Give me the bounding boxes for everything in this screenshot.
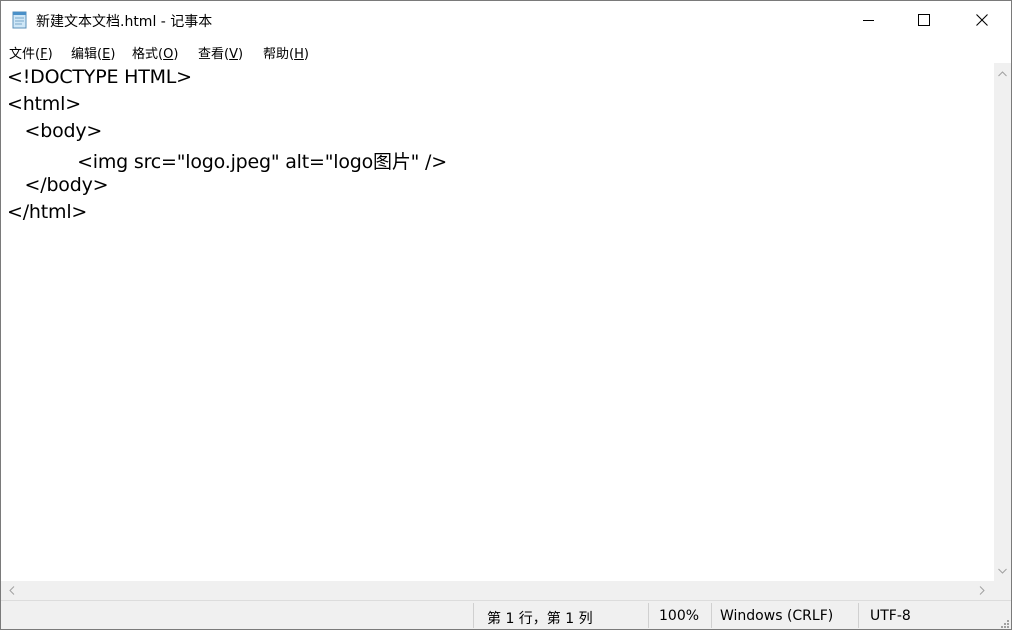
menu-file-label: 文件 (9, 47, 36, 62)
status-separator (858, 603, 859, 628)
horizontal-scrollbar[interactable] (1, 581, 994, 600)
menu-help[interactable]: 帮助(H) (263, 43, 309, 62)
close-button[interactable] (953, 1, 1011, 39)
menu-help-label: 帮助 (263, 47, 290, 62)
title-bar[interactable]: 新建文本文档.html - 记事本 (1, 1, 1011, 39)
scroll-right-icon[interactable] (973, 581, 990, 600)
status-separator (648, 603, 649, 628)
encoding: UTF-8 (870, 608, 911, 624)
menu-view-accelerator: V (229, 47, 238, 62)
editor-line: </body> (7, 174, 109, 196)
menu-format-accelerator: O (163, 47, 174, 62)
minimize-icon (862, 19, 874, 21)
menu-help-accelerator: H (294, 47, 304, 62)
text-editor[interactable]: <!DOCTYPE HTML> <html> <body> <img src="… (1, 63, 994, 581)
zoom-level: 100% (659, 608, 700, 624)
notepad-window: 新建文本文档.html - 记事本 文件(F) 编辑(E) 格式(O) 查看(V… (0, 0, 1012, 630)
resize-grip-icon[interactable] (999, 618, 1009, 628)
menu-format[interactable]: 格式(O) (132, 43, 178, 62)
scrollbar-corner (994, 581, 1011, 600)
cursor-position: 第 1 行，第 1 列 (487, 611, 593, 627)
menu-edit-accelerator: E (102, 47, 111, 62)
editor-line: <body> (7, 120, 103, 142)
maximize-button[interactable] (895, 1, 953, 39)
editor-line: </html> (7, 201, 88, 223)
menu-view-label: 查看 (198, 47, 225, 62)
editor-line: <img src="logo.jpeg" alt="logo图片" /> (7, 151, 447, 173)
status-bar: 第 1 行，第 1 列 100% Windows (CRLF) UTF-8 (1, 600, 1011, 629)
menu-bar: 文件(F) 编辑(E) 格式(O) 查看(V) 帮助(H) (1, 39, 1011, 63)
menu-edit[interactable]: 编辑(E) (71, 43, 115, 62)
scroll-up-icon[interactable] (994, 65, 1011, 82)
menu-format-label: 格式 (132, 47, 159, 62)
menu-edit-label: 编辑 (71, 47, 98, 62)
scroll-left-icon[interactable] (3, 581, 20, 600)
status-separator (473, 603, 474, 628)
status-separator (711, 603, 712, 628)
menu-file-accelerator: F (40, 47, 48, 62)
menu-file[interactable]: 文件(F) (9, 43, 53, 62)
close-icon (976, 14, 988, 26)
menu-view[interactable]: 查看(V) (198, 43, 243, 62)
scroll-down-icon[interactable] (994, 562, 1011, 579)
line-ending: Windows (CRLF) (720, 608, 834, 624)
window-title: 新建文本文档.html - 记事本 (36, 14, 213, 30)
vertical-scrollbar[interactable] (994, 63, 1011, 581)
editor-line: <html> (7, 93, 81, 115)
maximize-icon (918, 14, 930, 26)
notepad-icon (12, 11, 27, 29)
minimize-button[interactable] (839, 1, 897, 39)
editor-line: <!DOCTYPE HTML> (7, 66, 192, 88)
